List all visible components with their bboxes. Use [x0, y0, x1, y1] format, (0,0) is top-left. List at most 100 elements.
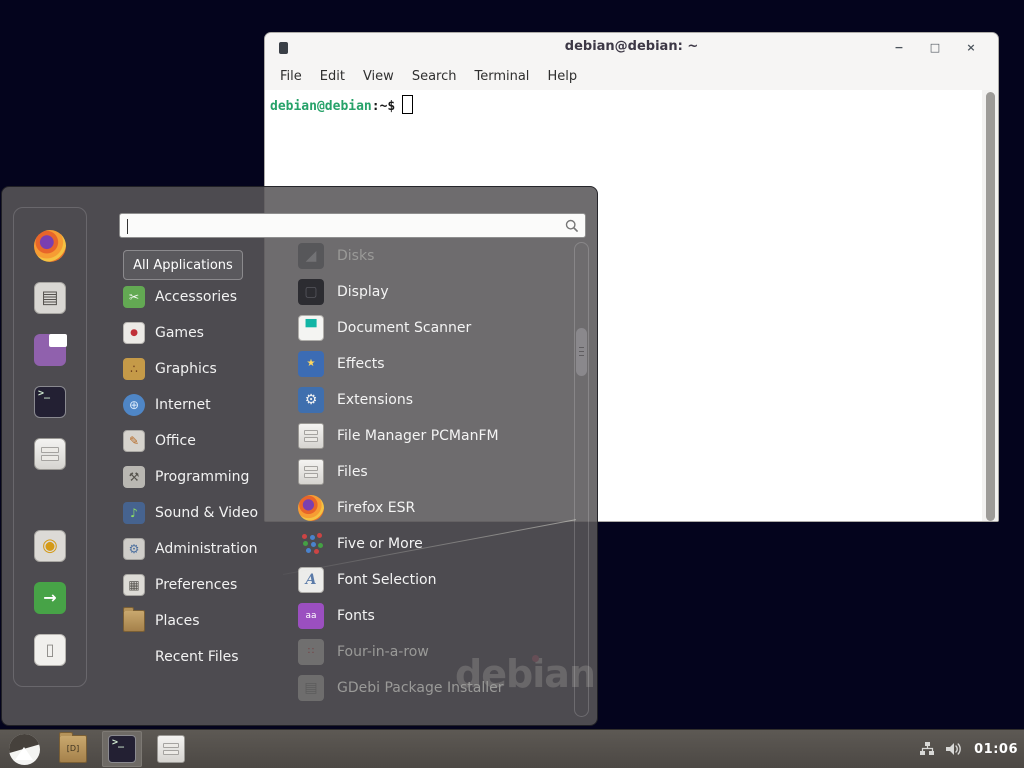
app-label: Font Selection [337, 572, 436, 588]
menu-scrollbar-thumb[interactable] [576, 328, 587, 376]
favorites-panel: ▤ >_ ◉ → ▯ [13, 207, 87, 687]
category-office[interactable]: ✎Office [123, 423, 273, 459]
favorite-firefox[interactable] [34, 230, 66, 262]
category-label: Administration [155, 541, 257, 557]
file-manager-pcmanfm-icon [298, 423, 324, 449]
terminal-menu-view[interactable]: View [354, 65, 403, 88]
category-internet[interactable]: ⊕Internet [123, 387, 273, 423]
app-label: Fonts [337, 608, 375, 624]
text-caret [127, 219, 128, 234]
favorite-pidgin[interactable] [34, 334, 66, 366]
shutdown-icon: ▯ [34, 634, 66, 666]
network-icon[interactable] [919, 741, 935, 757]
minimize-button[interactable]: − [892, 41, 906, 55]
app-files[interactable]: Files [286, 454, 572, 490]
favorite-logout[interactable]: → [34, 582, 66, 614]
category-games[interactable]: ● Games [123, 315, 273, 351]
four-in-a-row-icon: ∷ [298, 639, 324, 665]
file-manager-button[interactable]: [D] [53, 731, 93, 767]
all-applications-button[interactable]: All Applications [123, 250, 243, 280]
prompt-user: debian@debian [270, 99, 372, 114]
volume-icon[interactable] [945, 741, 964, 757]
terminal-menu-terminal[interactable]: Terminal [465, 65, 538, 88]
menu-scrollbar[interactable] [574, 242, 589, 717]
terminal-prompt: debian@debian:~$ [270, 95, 413, 114]
administration-icon: ⚙ [123, 538, 145, 560]
places-icon [123, 610, 145, 632]
category-label: Places [155, 613, 200, 629]
terminal-title: debian@debian: ~ [265, 39, 998, 54]
terminal-menu-help[interactable]: Help [538, 65, 586, 88]
all-applications-label: All Applications [133, 258, 233, 273]
files-icon [157, 735, 185, 763]
application-menu: ▤ >_ ◉ → ▯ All Applications ✂ Accessories ● Gam… [1, 186, 598, 726]
app-font-selection[interactable]: AFont Selection [286, 562, 572, 598]
five-or-more-icon [298, 531, 324, 557]
taskbar: [D] >_ 01:06 [0, 729, 1024, 768]
office-icon: ✎ [123, 430, 145, 452]
app-display[interactable]: ▢Display [286, 274, 572, 310]
category-graphics[interactable]: ∴Graphics [123, 351, 273, 387]
search-input[interactable] [126, 216, 560, 237]
search-icon [565, 218, 579, 237]
favorite-shutdown[interactable]: ▯ [34, 634, 66, 666]
app-disks[interactable]: ◢Disks [286, 238, 572, 274]
app-fonts[interactable]: aaFonts [286, 598, 572, 634]
prompt-path: :~$ [372, 99, 395, 114]
category-administration[interactable]: ⚙ Administration [123, 531, 273, 567]
terminal-cursor [402, 95, 413, 114]
app-label: Extensions [337, 392, 413, 408]
file-manager-icon: [D] [59, 735, 87, 763]
favorite-screensaver[interactable]: ◉ [34, 530, 66, 562]
app-four-in-a-row[interactable]: ∷ Four-in-a-row [286, 634, 572, 670]
taskbar-clock[interactable]: 01:06 [974, 742, 1018, 757]
app-label: GDebi Package Installer [337, 680, 503, 696]
gdebi-package-installer-icon: ▤ [298, 675, 324, 701]
favorite-file-manager[interactable] [34, 438, 66, 470]
app-five-or-more[interactable]: Five or More [286, 526, 572, 562]
terminal-menu-file[interactable]: File [271, 65, 311, 88]
close-button[interactable]: × [964, 41, 978, 55]
games-icon: ● [123, 322, 145, 344]
terminal-menu-edit[interactable]: Edit [311, 65, 354, 88]
app-label: Four-in-a-row [337, 644, 429, 660]
app-gdebi-package-installer[interactable]: ▤ GDebi Package Installer [286, 670, 572, 706]
menu-button[interactable] [4, 731, 44, 767]
category-programming[interactable]: ⚒Programming [123, 459, 273, 495]
terminal-button[interactable]: >_ [102, 731, 142, 767]
category-places[interactable]: Places [123, 603, 273, 639]
app-label: Effects [337, 356, 385, 372]
terminal-icon: >_ [34, 386, 66, 418]
terminal-scrollbar[interactable] [982, 90, 998, 522]
app-firefox-esr[interactable]: Firefox ESR [286, 490, 572, 526]
document-scanner-icon: ▀ [298, 315, 324, 341]
category-label: Accessories [155, 289, 237, 305]
category-recent-files[interactable]: Recent Files [123, 639, 273, 675]
programming-icon: ⚒ [123, 466, 145, 488]
app-effects[interactable]: ★Effects [286, 346, 572, 382]
app-label: Firefox ESR [337, 500, 415, 516]
accessories-icon: ✂ [123, 286, 145, 308]
app-document-scanner[interactable]: ▀Document Scanner [286, 310, 572, 346]
category-label: Graphics [155, 361, 217, 377]
category-label: Games [155, 325, 204, 341]
favorite-terminal[interactable]: >_ [34, 386, 66, 418]
terminal-menu-search[interactable]: Search [403, 65, 466, 88]
preferences-icon: ▦ [123, 574, 145, 596]
category-sound-video[interactable]: ♪Sound & Video [123, 495, 273, 531]
app-extensions[interactable]: ⚙Extensions [286, 382, 572, 418]
category-preferences[interactable]: ▦Preferences [123, 567, 273, 603]
files-button[interactable] [151, 731, 191, 767]
logout-icon: → [34, 582, 66, 614]
app-label: File Manager PCManFM [337, 428, 499, 444]
terminal-titlebar[interactable]: debian@debian: ~ − □ × [265, 33, 998, 63]
menu-icon [9, 734, 40, 765]
maximize-button[interactable]: □ [928, 41, 942, 55]
screensaver-icon: ◉ [34, 530, 66, 562]
app-label: Files [337, 464, 368, 480]
terminal-scrollbar-thumb[interactable] [986, 92, 995, 521]
app-file-manager-pcmanfm[interactable]: File Manager PCManFM [286, 418, 572, 454]
category-accessories[interactable]: ✂ Accessories [123, 279, 273, 315]
favorite-keyboard[interactable]: ▤ [34, 282, 66, 314]
recent-files-icon [123, 646, 145, 668]
